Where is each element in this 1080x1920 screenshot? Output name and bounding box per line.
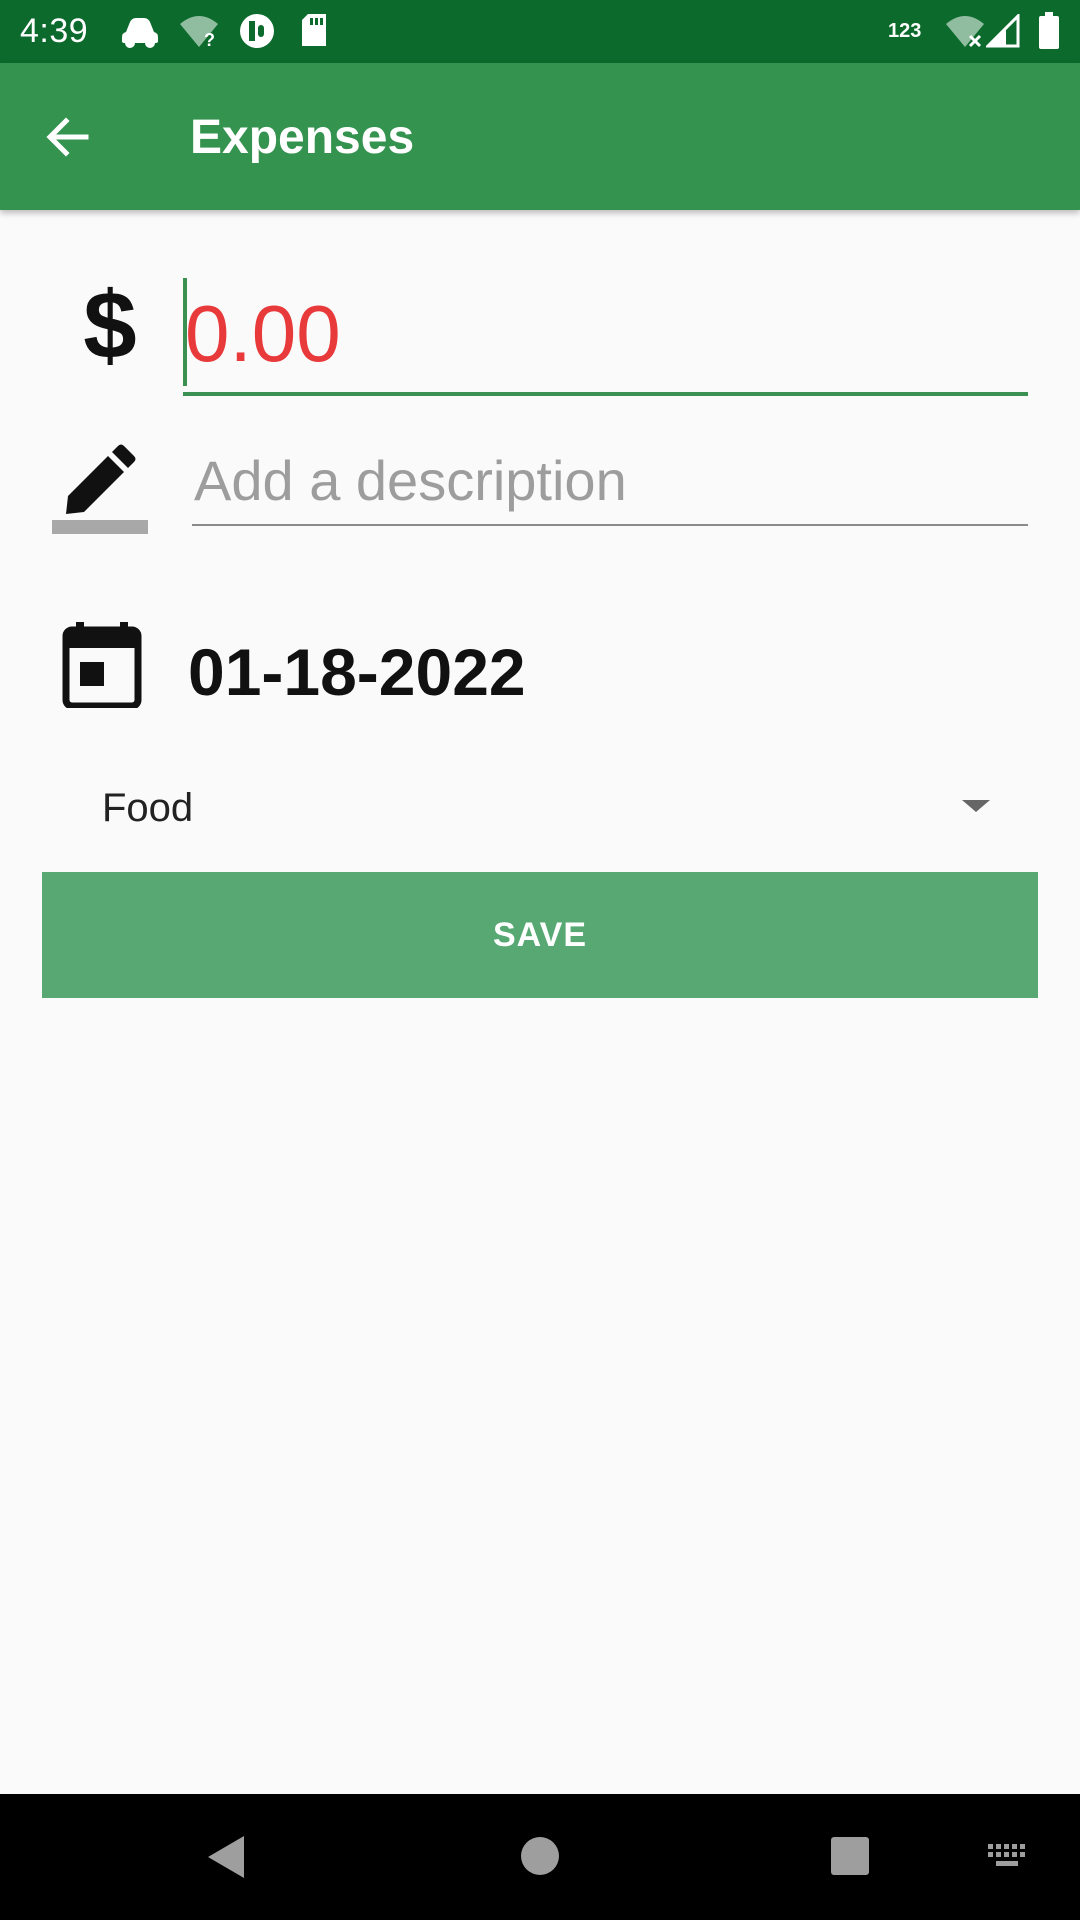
- calendar-icon: [62, 622, 142, 708]
- pencil-icon: [52, 444, 148, 534]
- battery-icon: [1039, 12, 1059, 49]
- status-bar: 4:39 ? 123: [0, 0, 1080, 63]
- svg-text:?: ?: [204, 30, 215, 48]
- back-triangle-icon[interactable]: [204, 1834, 248, 1880]
- sd-card-icon: [302, 14, 326, 46]
- cell-signal-icon: [986, 14, 1020, 48]
- status-time: 4:39: [20, 12, 89, 50]
- wifi-off-icon: [946, 16, 984, 48]
- app-notification-icon: [240, 14, 274, 48]
- page-title: Expenses: [190, 111, 415, 164]
- amount-value: 0.00: [185, 289, 341, 378]
- app-bar: Expenses: [0, 63, 1080, 210]
- keyboard-icon[interactable]: [986, 1842, 1030, 1870]
- dollar-icon: $: [83, 272, 137, 379]
- save-button[interactable]: SAVE: [42, 872, 1038, 998]
- description-field[interactable]: [192, 440, 1028, 526]
- description-input[interactable]: [194, 448, 1014, 512]
- arrow-back-icon[interactable]: [40, 109, 96, 165]
- home-circle-icon[interactable]: [520, 1836, 560, 1876]
- car-icon: [122, 18, 158, 48]
- wifi-unknown-icon: ?: [180, 16, 218, 48]
- navigation-bar: [0, 1794, 1080, 1920]
- date-value[interactable]: 01-18-2022: [188, 634, 526, 710]
- amount-input[interactable]: 0.00: [183, 268, 1028, 396]
- category-spinner[interactable]: Food: [42, 764, 1038, 848]
- category-selected: Food: [102, 786, 194, 830]
- dropdown-arrow-icon: [962, 800, 990, 812]
- recents-square-icon[interactable]: [830, 1836, 870, 1876]
- network-type-label: 123: [888, 20, 922, 42]
